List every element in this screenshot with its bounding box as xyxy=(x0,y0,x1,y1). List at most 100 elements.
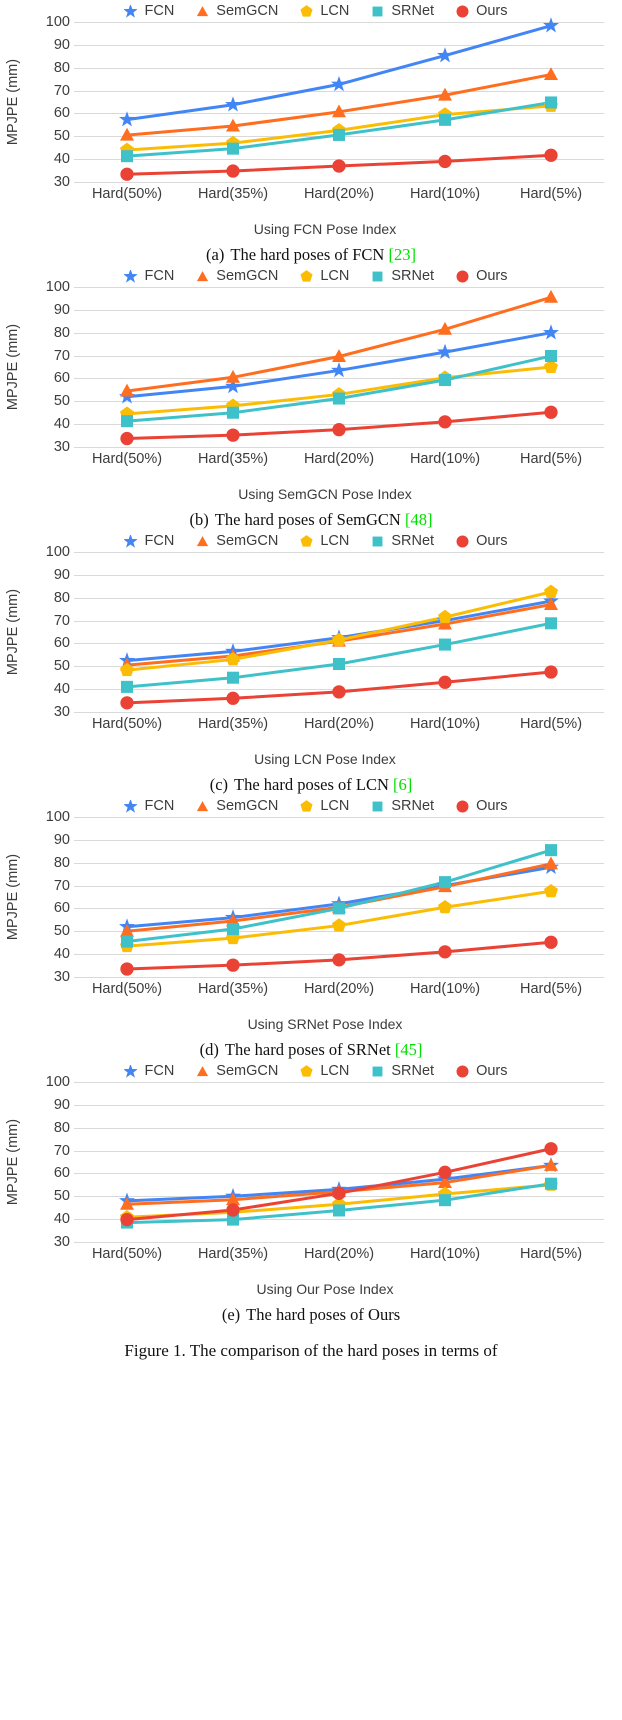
y-axis-ticks: 100 90 80 70 60 50 40 30 xyxy=(20,280,70,454)
y-axis-tick-label: 60 xyxy=(53,1165,70,1182)
legend-item-semgcn[interactable]: SemGCN xyxy=(196,534,278,549)
y-axis-title-text: MPJPE (mm) xyxy=(5,588,21,676)
legend-item-srnet[interactable]: SRNet xyxy=(371,269,434,284)
x-axis-ticks: Hard(50%) Hard(35%) Hard(20%) Hard(10%) Hard… xyxy=(74,449,604,471)
gridline xyxy=(74,447,604,448)
y-axis-tick-label: 50 xyxy=(53,128,70,145)
y-axis-tick-label: 30 xyxy=(53,1233,70,1250)
citation-link[interactable]: [48] xyxy=(405,510,433,529)
y-axis-tick-label: 80 xyxy=(53,324,70,341)
legend-item-lcn[interactable]: LCN xyxy=(300,269,349,284)
citation-link[interactable]: [45] xyxy=(395,1040,423,1059)
x-axis-title: Using SRNet Pose Index xyxy=(247,1016,403,1032)
y-axis-tick-label: 100 xyxy=(45,808,70,825)
legend-item-fcn[interactable]: FCN xyxy=(124,4,174,19)
legend-item-fcn[interactable]: FCN xyxy=(124,534,174,549)
x-axis-tick-label: Hard(20%) xyxy=(303,1246,375,1262)
legend-item-semgcn[interactable]: SemGCN xyxy=(196,4,278,19)
x-axis-tick-label: Hard(35%) xyxy=(197,716,269,732)
legend-label: SemGCN xyxy=(216,267,279,284)
circle-marker-icon xyxy=(456,270,469,283)
legend-item-semgcn[interactable]: SemGCN xyxy=(196,799,278,814)
legend-item-fcn[interactable]: FCN xyxy=(124,269,174,284)
square-marker-icon xyxy=(371,535,384,548)
legend-label: Ours xyxy=(476,2,508,19)
legend-item-ours[interactable]: Ours xyxy=(456,2,508,19)
legend-item-lcn[interactable]: LCN xyxy=(300,4,349,19)
pentagon-marker-icon xyxy=(300,269,313,283)
panel-e: FCN SemGCN LCN SRNet Ours MPJPE (mm) 100… xyxy=(0,1060,622,1325)
citation-link[interactable]: [23] xyxy=(388,245,416,264)
legend-item-srnet[interactable]: SRNet xyxy=(371,4,434,19)
chart-legend: FCN SemGCN LCN SRNet Ours xyxy=(0,265,622,287)
legend-label: Ours xyxy=(476,532,508,549)
panel-caption-text: The hard poses of LCN xyxy=(234,775,389,794)
x-axis-tick-label: Hard(50%) xyxy=(91,451,163,467)
y-axis-tick-label: 40 xyxy=(53,415,70,432)
grid-area xyxy=(74,1082,604,1243)
y-axis-ticks: 100 90 80 70 60 50 40 30 xyxy=(20,1075,70,1249)
y-axis-tick-label: 50 xyxy=(53,1188,70,1205)
x-axis-tick-label: Hard(10%) xyxy=(409,716,481,732)
y-axis-tick-label: 60 xyxy=(53,370,70,387)
panel-caption-d: (d) The hard poses of SRNet [45] xyxy=(0,1040,622,1060)
y-axis-tick-label: 70 xyxy=(53,612,70,629)
x-axis-tick-label: Hard(20%) xyxy=(303,186,375,202)
panel-b: FCN SemGCN LCN SRNet Ours MPJPE (mm) 100… xyxy=(0,265,622,530)
legend-item-lcn[interactable]: LCN xyxy=(300,799,349,814)
x-axis-tick-label: Hard(20%) xyxy=(303,451,375,467)
grid-area xyxy=(74,817,604,978)
circle-marker-icon xyxy=(456,5,469,18)
legend-label: SRNet xyxy=(391,797,435,814)
y-axis-tick-label: 50 xyxy=(53,658,70,675)
gridline xyxy=(74,1242,604,1243)
y-axis-tick-label: 90 xyxy=(53,36,70,53)
legend-item-semgcn[interactable]: SemGCN xyxy=(196,1064,278,1079)
y-axis-tick-label: 70 xyxy=(53,1142,70,1159)
grid-area xyxy=(74,552,604,713)
x-axis-ticks: Hard(50%) Hard(35%) Hard(20%) Hard(10%) Hard… xyxy=(74,1244,604,1266)
legend-item-ours[interactable]: Ours xyxy=(456,799,508,814)
legend-item-ours[interactable]: Ours xyxy=(456,1062,508,1079)
y-axis-title-text: MPJPE (mm) xyxy=(5,1118,21,1206)
y-axis-ticks: 100 90 80 70 60 50 40 30 xyxy=(20,15,70,189)
legend-label: FCN xyxy=(144,2,175,19)
legend-item-lcn[interactable]: LCN xyxy=(300,1064,349,1079)
chart-legend: FCN SemGCN LCN SRNet Ours xyxy=(0,795,622,817)
plot-area-e: MPJPE (mm) 100 90 80 70 60 50 40 30 Hard(50%) Ha… xyxy=(0,1075,622,1267)
legend-item-srnet[interactable]: SRNet xyxy=(371,534,434,549)
y-axis-tick-label: 60 xyxy=(53,105,70,122)
citation-link[interactable]: [6] xyxy=(393,775,412,794)
gridline xyxy=(74,977,604,978)
x-axis-tick-label: Hard(50%) xyxy=(91,716,163,732)
triangle-marker-icon xyxy=(196,535,209,548)
y-axis-title-text: MPJPE (mm) xyxy=(5,853,21,941)
x-axis-tick-label: Hard(35%) xyxy=(197,451,269,467)
legend-item-fcn[interactable]: FCN xyxy=(124,799,174,814)
x-axis-tick-label: Hard(50%) xyxy=(91,981,163,997)
x-axis-tick-label: Hard(35%) xyxy=(197,186,269,202)
legend-item-semgcn[interactable]: SemGCN xyxy=(196,269,278,284)
panel-caption-label: (d) xyxy=(199,1040,219,1059)
legend-item-srnet[interactable]: SRNet xyxy=(371,1064,434,1079)
x-axis-tick-label: Hard(20%) xyxy=(303,716,375,732)
legend-item-ours[interactable]: Ours xyxy=(456,269,508,284)
legend-item-srnet[interactable]: SRNet xyxy=(371,799,434,814)
y-axis-tick-label: 70 xyxy=(53,877,70,894)
legend-item-fcn[interactable]: FCN xyxy=(124,1064,174,1079)
y-axis-tick-label: 50 xyxy=(53,393,70,410)
panel-caption-label: (a) xyxy=(206,245,225,264)
x-axis-tick-label: Hard(10%) xyxy=(409,1246,481,1262)
triangle-marker-icon xyxy=(196,5,209,18)
gridline xyxy=(74,712,604,713)
panel-caption-c: (c) The hard poses of LCN [6] xyxy=(0,775,622,795)
legend-label: Ours xyxy=(476,1062,508,1079)
y-axis-tick-label: 90 xyxy=(53,831,70,848)
y-axis-tick-label: 70 xyxy=(53,82,70,99)
panel-caption-text: The hard poses of SRNet xyxy=(224,1040,391,1059)
legend-item-ours[interactable]: Ours xyxy=(456,532,508,549)
panel-caption-text: The hard poses of Ours xyxy=(246,1305,401,1324)
legend-item-lcn[interactable]: LCN xyxy=(300,534,349,549)
panel-d: FCN SemGCN LCN SRNet Ours MPJPE (mm) 100… xyxy=(0,795,622,1060)
x-axis-tick-label: Hard(5%) xyxy=(519,1246,583,1262)
